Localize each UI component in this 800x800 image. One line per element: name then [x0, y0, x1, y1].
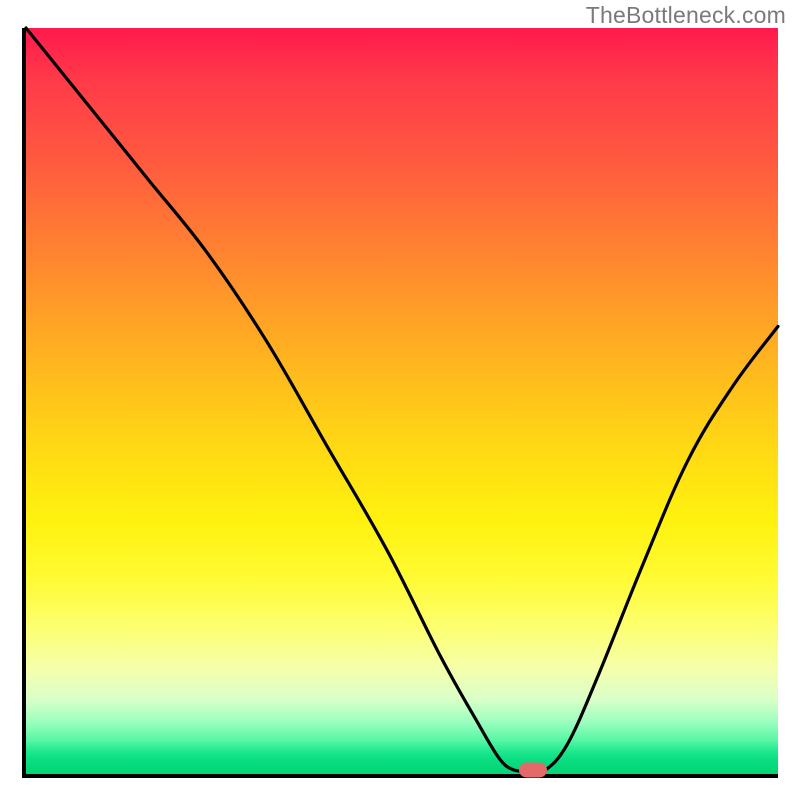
optimal-point-marker [519, 763, 547, 778]
chart-canvas: TheBottleneck.com [0, 0, 800, 800]
plot-area [22, 28, 778, 778]
watermark-text: TheBottleneck.com [586, 2, 786, 29]
bottleneck-curve [26, 28, 778, 774]
